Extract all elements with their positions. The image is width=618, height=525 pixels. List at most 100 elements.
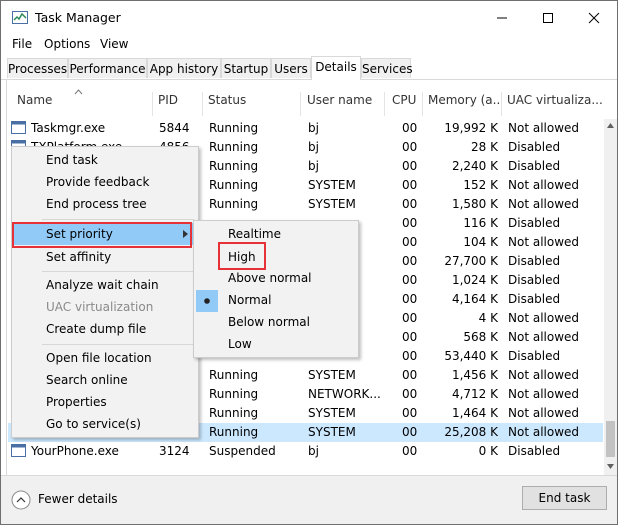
scroll-down-icon[interactable]: [607, 464, 614, 469]
tab-services[interactable]: Services: [361, 58, 413, 78]
scroll-up-icon[interactable]: [607, 123, 614, 128]
column-divider[interactable]: [152, 92, 153, 116]
priority-below-normal[interactable]: Below normal: [228, 315, 310, 329]
column-header-uac-virtualization[interactable]: UAC virtualiza...: [507, 93, 602, 107]
cell-mem: 568 K: [463, 330, 498, 344]
scrollbar-thumb[interactable]: [606, 421, 615, 457]
cell-status: Running: [209, 406, 259, 420]
column-divider[interactable]: [202, 92, 203, 116]
cell-user: SYSTEM: [308, 178, 356, 192]
priority-normal[interactable]: Normal: [228, 293, 271, 307]
column-header-name[interactable]: Name: [17, 93, 147, 107]
cell-uac: Not allowed: [508, 178, 580, 192]
cell-status: Running: [209, 425, 259, 439]
vertical-scrollbar[interactable]: [604, 119, 617, 475]
high-highlight-box: [218, 242, 266, 270]
priority-above-normal[interactable]: Above normal: [228, 271, 312, 285]
column-header-status[interactable]: Status: [208, 93, 298, 107]
tab-users[interactable]: Users: [271, 58, 311, 78]
cell-uac: Disabled: [508, 159, 561, 173]
cell-status: Suspended: [209, 444, 276, 458]
column-header-user-name[interactable]: User name: [307, 93, 381, 107]
end-task-button[interactable]: End task: [522, 486, 607, 510]
cell-user: bj: [308, 159, 319, 173]
cell-status: Running: [209, 368, 259, 382]
cell-user: bj: [308, 121, 319, 135]
task-manager-icon: [12, 11, 28, 24]
menu-options[interactable]: Options: [44, 37, 90, 51]
column-divider[interactable]: [384, 92, 385, 116]
footer-bar: Fewer details End task: [1, 475, 617, 524]
cell-uac: Not allowed: [508, 425, 580, 439]
cell-mem: 2,240 K: [451, 159, 498, 173]
cell-user: SYSTEM: [308, 425, 356, 439]
cell-uac: Not allowed: [508, 235, 580, 249]
cell-mem: 152 K: [463, 178, 498, 192]
menu-item-analyze-wait-chain[interactable]: Analyze wait chain: [46, 278, 159, 292]
menu-separator: [42, 219, 194, 220]
priority-low[interactable]: Low: [228, 337, 252, 351]
tab-startup[interactable]: Startup: [221, 58, 271, 78]
menu-item-open-file-location[interactable]: Open file location: [46, 351, 152, 365]
cell-user: SYSTEM: [308, 197, 356, 211]
menu-item-end-task[interactable]: End task: [46, 153, 98, 167]
cell-name: YourPhone.exe: [31, 444, 119, 458]
menu-item-create-dump-file[interactable]: Create dump file: [46, 322, 146, 336]
cell-mem: 53,440 K: [444, 349, 498, 363]
menu-view[interactable]: View: [100, 37, 128, 51]
collapse-chevron-icon[interactable]: [11, 490, 31, 510]
minimize-button[interactable]: [479, 1, 525, 35]
cell-user: SYSTEM: [308, 406, 356, 420]
cell-uac: Not allowed: [508, 311, 580, 325]
menu-item-properties[interactable]: Properties: [46, 395, 107, 409]
column-divider[interactable]: [501, 92, 502, 116]
cell-uac: Disabled: [508, 216, 561, 230]
menu-item-search-online[interactable]: Search online: [46, 373, 128, 387]
column-header-memory[interactable]: Memory (a...: [428, 93, 500, 107]
priority-submenu: Realtime High Above normal Normal Below …: [193, 220, 359, 358]
cell-status: Running: [209, 178, 259, 192]
tab-app-history[interactable]: App history: [147, 58, 221, 78]
tab-performance[interactable]: Performance: [68, 58, 147, 78]
cell-uac: Not allowed: [508, 368, 580, 382]
menu-item-provide-feedback[interactable]: Provide feedback: [46, 175, 149, 189]
cell-uac: Disabled: [508, 349, 561, 363]
column-header-pid[interactable]: PID: [158, 93, 198, 107]
radio-dot-icon: [204, 298, 210, 304]
priority-realtime[interactable]: Realtime: [228, 227, 281, 241]
tab-strip: Processes Performance App history Startu…: [1, 56, 617, 80]
title-bar: Task Manager: [1, 1, 617, 35]
menu-bar: File Options View: [1, 35, 617, 55]
fewer-details-link[interactable]: Fewer details: [38, 492, 118, 506]
column-divider[interactable]: [300, 92, 301, 116]
tab-details[interactable]: Details: [311, 56, 361, 80]
menu-item-end-process-tree[interactable]: End process tree: [46, 197, 147, 211]
cell-mem: 28 K: [471, 140, 498, 154]
cell-mem: 0 K: [478, 444, 498, 458]
close-button[interactable]: [571, 1, 617, 35]
column-header-cpu[interactable]: CPU: [392, 93, 420, 107]
cell-uac: Not allowed: [508, 406, 580, 420]
set-priority-highlight-box: [12, 222, 192, 248]
process-icon: [11, 121, 26, 134]
table-row[interactable]: YourPhone.exe 3124 Suspended bj 00 0 K Disable…: [8, 442, 603, 461]
cell-uac: Disabled: [508, 140, 561, 154]
cell-mem: 4,712 K: [451, 387, 498, 401]
window-title: Task Manager: [35, 10, 121, 25]
cell-uac: Disabled: [508, 444, 561, 458]
checked-indicator: [196, 290, 218, 312]
cell-user: SYSTEM: [308, 368, 356, 382]
column-divider[interactable]: [422, 92, 423, 116]
tab-processes[interactable]: Processes: [7, 58, 68, 78]
cell-status: Running: [209, 140, 259, 154]
cell-name: Taskmgr.exe: [31, 121, 106, 135]
cell-mem: 1,464 K: [451, 406, 498, 420]
menu-file[interactable]: File: [12, 37, 32, 51]
table-row[interactable]: Taskmgr.exe 5844 Running bj 00 19,992 K Not al…: [8, 119, 603, 138]
maximize-button[interactable]: [525, 1, 571, 35]
cell-mem: 4 K: [478, 311, 498, 325]
menu-item-go-to-services[interactable]: Go to service(s): [46, 417, 141, 431]
cell-mem: 25,208 K: [444, 425, 498, 439]
cell-user: bj: [308, 444, 319, 458]
menu-item-set-affinity[interactable]: Set affinity: [46, 250, 111, 264]
